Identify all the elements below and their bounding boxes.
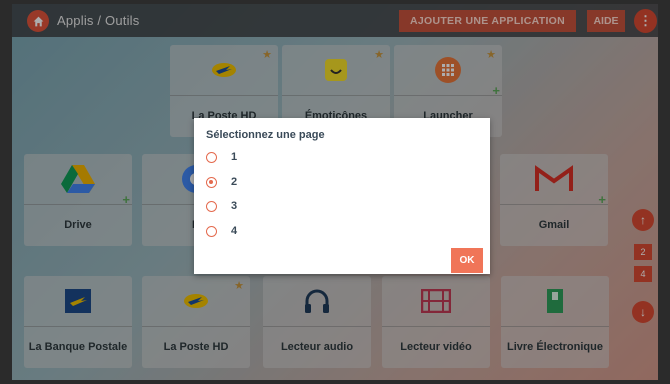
dialog-title: Sélectionnez une page <box>206 129 325 141</box>
radio-button[interactable] <box>206 225 217 237</box>
option-label: 4 <box>231 225 238 237</box>
radio-button[interactable] <box>206 200 217 212</box>
page-option-4[interactable]: 4 <box>206 222 237 240</box>
app-screen: Applis / Outils AJOUTER UNE APPLICATION … <box>12 4 658 380</box>
page-option-1[interactable]: 1 <box>206 148 237 166</box>
ok-button[interactable]: OK <box>451 248 483 273</box>
page-option-3[interactable]: 3 <box>206 197 237 215</box>
radio-button-selected[interactable] <box>206 176 217 188</box>
option-label: 2 <box>231 176 238 188</box>
option-label: 1 <box>231 151 238 163</box>
select-page-dialog: Sélectionnez une page 1 2 3 4 OK <box>194 118 490 274</box>
page-option-2[interactable]: 2 <box>206 173 237 191</box>
option-label: 3 <box>231 200 238 212</box>
radio-button[interactable] <box>206 151 217 163</box>
